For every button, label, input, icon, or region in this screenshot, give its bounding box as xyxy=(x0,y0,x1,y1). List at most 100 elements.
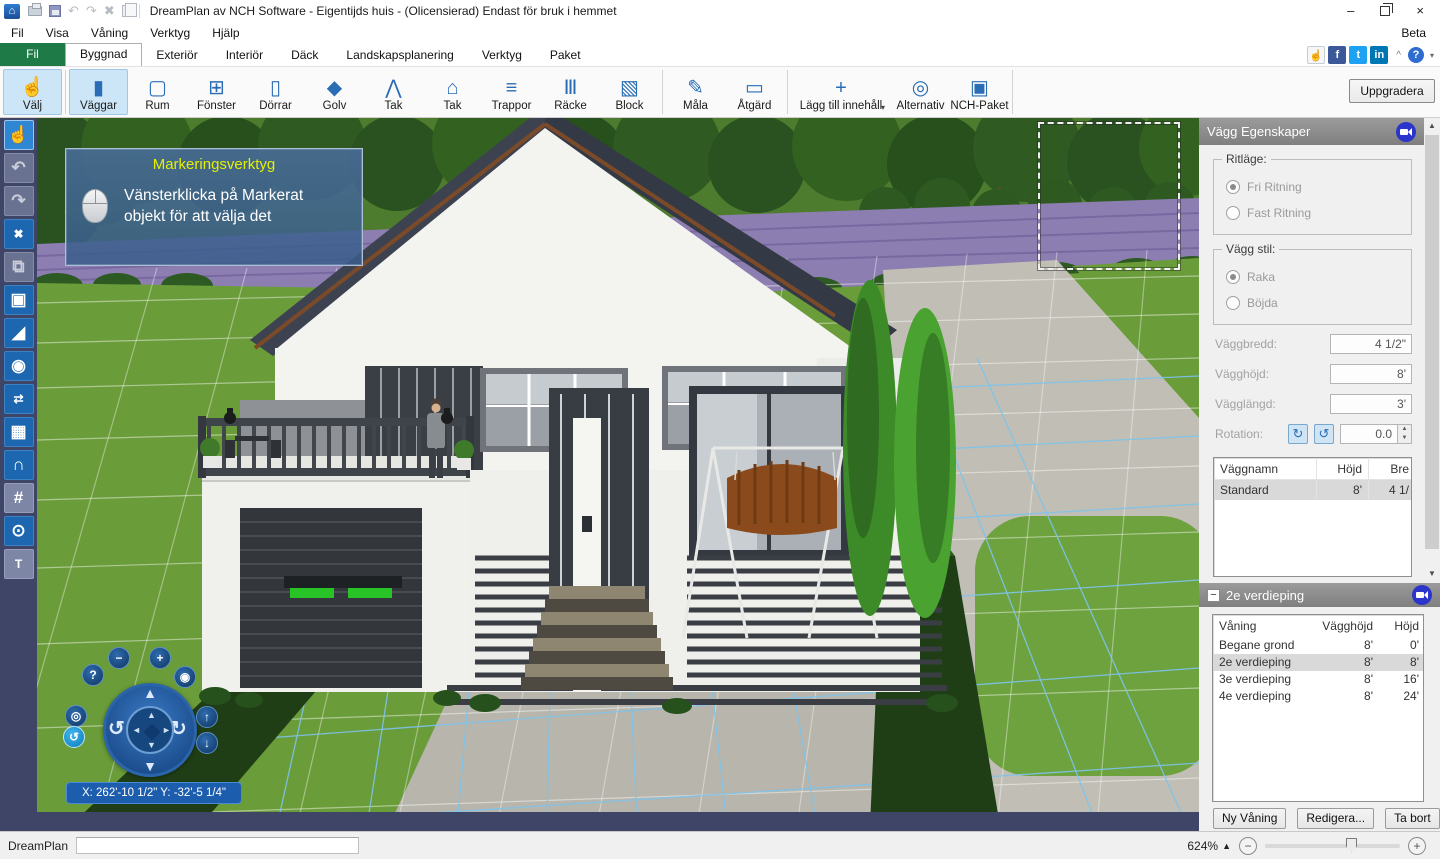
crop-plan-button[interactable]: # xyxy=(4,483,34,513)
floor-row[interactable]: 4e verdieping 8' 24' xyxy=(1213,688,1423,705)
nav-zoom-out-button[interactable]: − xyxy=(108,647,130,669)
nav-elevate-up-button[interactable]: ↑ xyxy=(196,706,218,728)
tab-fil[interactable]: Fil xyxy=(0,43,65,66)
upgrade-button[interactable]: Uppgradera xyxy=(1349,79,1435,103)
panel-scrollbar[interactable]: ▲ ▼ xyxy=(1424,118,1440,582)
show-3d-button[interactable]: ▣ xyxy=(4,285,34,315)
tab-verktyg[interactable]: Verktyg xyxy=(468,44,536,66)
nch-suite-button[interactable]: ▣ NCH-Paket xyxy=(950,69,1009,115)
ceiling-button[interactable]: ⋀ Tak xyxy=(364,69,423,115)
spin-down-icon[interactable]: ▼ xyxy=(1398,434,1411,443)
scroll-up-icon[interactable]: ▲ xyxy=(1424,118,1440,134)
help-icon[interactable]: ? xyxy=(1408,47,1424,63)
tab-byggnad[interactable]: Byggnad xyxy=(65,43,142,66)
scroll-down-icon[interactable]: ▼ xyxy=(1424,566,1440,582)
floor-row[interactable]: Begane grond 8' 0' xyxy=(1213,637,1423,654)
duplicate-button[interactable]: ⧉ xyxy=(4,252,34,282)
add-content-button[interactable]: + Lägg till innehåll ▾ xyxy=(791,69,891,115)
compass-button[interactable]: ⊙ xyxy=(4,516,34,546)
menu-visa[interactable]: Visa xyxy=(35,22,80,44)
orbit-view-button[interactable]: ◉ xyxy=(4,351,34,381)
rotation-input[interactable]: 0.0 xyxy=(1340,424,1398,444)
tab-dack[interactable]: Däck xyxy=(277,44,332,66)
table-row[interactable]: Standard 8' 4 1/ xyxy=(1214,480,1411,500)
video-help-icon[interactable] xyxy=(1412,585,1432,605)
zoom-in-button[interactable]: + xyxy=(1408,837,1426,855)
rotate-ccw-button[interactable]: ↺ xyxy=(1314,424,1334,444)
nav-rotate-ccw-icon[interactable]: ↺ xyxy=(108,716,125,741)
menu-hjalp[interactable]: Hjälp xyxy=(201,22,250,44)
tab-interior[interactable]: Interiör xyxy=(212,44,277,66)
nav-help-button[interactable]: ? xyxy=(82,664,104,686)
print-icon[interactable] xyxy=(28,6,42,16)
collapse-ribbon-icon[interactable]: ^ xyxy=(1396,50,1401,61)
facebook-icon[interactable]: f xyxy=(1328,46,1346,64)
select-pan-tool-button[interactable]: ☝ xyxy=(4,120,34,150)
menu-fil[interactable]: Fil xyxy=(0,22,35,44)
options-button[interactable]: ◎ Alternativ xyxy=(891,69,950,115)
paint-button[interactable]: ✎ Måla xyxy=(666,69,725,115)
undo-icon[interactable]: ↶ xyxy=(68,4,79,18)
doors-button[interactable]: ▯ Dörrar xyxy=(246,69,305,115)
wall-width-input[interactable]: 4 1/2" xyxy=(1330,334,1412,354)
nav-pan-pad[interactable]: ▲ ▼ ◄ ► xyxy=(126,706,174,754)
zoom-slider-thumb[interactable] xyxy=(1346,838,1357,853)
radio-fri-ritning[interactable]: Fri Ritning xyxy=(1226,180,1401,194)
zoom-caret-icon[interactable]: ▲ xyxy=(1222,841,1231,851)
zoom-out-button[interactable]: − xyxy=(1239,837,1257,855)
rotation-spinner[interactable]: ▲ ▼ xyxy=(1398,424,1412,444)
copy-icon[interactable] xyxy=(122,5,132,17)
undo-button[interactable]: ↶ xyxy=(4,153,34,183)
collapse-icon[interactable]: − xyxy=(1207,589,1220,602)
measure-button[interactable]: ▭ Åtgärd xyxy=(725,69,784,115)
like-icon[interactable]: ☝ xyxy=(1307,46,1325,64)
stairs-button[interactable]: ≡ Trappor xyxy=(482,69,541,115)
show-grid-button[interactable]: ▦ xyxy=(4,417,34,447)
nav-orbit-button[interactable]: ◎ xyxy=(65,705,87,727)
floor-row-selected[interactable]: 2e verdieping 8' 8' xyxy=(1213,654,1423,671)
floor-row[interactable]: 3e verdieping 8' 16' xyxy=(1213,671,1423,688)
video-help-icon[interactable] xyxy=(1396,122,1416,142)
spin-up-icon[interactable]: ▲ xyxy=(1398,425,1411,434)
restore-button[interactable] xyxy=(1380,6,1390,16)
wall-height-input[interactable]: 8' xyxy=(1330,364,1412,384)
delete-icon[interactable]: ✖ xyxy=(104,4,115,18)
linkedin-icon[interactable]: in xyxy=(1370,46,1388,64)
delete-floor-button[interactable]: Ta bort xyxy=(1385,808,1440,829)
delete-button[interactable]: ✖ xyxy=(4,219,34,249)
room-button[interactable]: ▢ Rum xyxy=(128,69,187,115)
snap-magnet-button[interactable]: ∩ xyxy=(4,450,34,480)
nav-zoom-in-button[interactable]: + xyxy=(149,647,171,669)
tab-paket[interactable]: Paket xyxy=(536,44,595,66)
new-floor-button[interactable]: Ny Våning xyxy=(1213,808,1286,829)
menu-vaning[interactable]: Våning xyxy=(80,22,139,44)
roof-button[interactable]: ⌂ Tak xyxy=(423,69,482,115)
twitter-icon[interactable]: t xyxy=(1349,46,1367,64)
edit-floor-button[interactable]: Redigera... xyxy=(1297,808,1374,829)
show-roof-button[interactable]: ◢ xyxy=(4,318,34,348)
radio-raka[interactable]: Raka xyxy=(1226,270,1401,284)
labels-button[interactable]: T xyxy=(4,549,34,579)
radio-bojda[interactable]: Böjda xyxy=(1226,296,1401,310)
redo-button[interactable]: ↷ xyxy=(4,186,34,216)
floor-button[interactable]: ◆ Golv xyxy=(305,69,364,115)
redo-icon[interactable]: ↷ xyxy=(86,4,97,18)
walls-button[interactable]: ▮ Väggar xyxy=(69,69,128,115)
add-content-dropdown-icon[interactable]: ▾ xyxy=(881,103,885,112)
radio-fast-ritning[interactable]: Fast Ritning xyxy=(1226,206,1401,220)
scroll-thumb[interactable] xyxy=(1425,135,1439,549)
nav-tilt-down-icon[interactable]: ▼ xyxy=(103,758,197,774)
nav-elevate-down-button[interactable]: ↓ xyxy=(196,732,218,754)
window-button[interactable]: ⊞ Fönster xyxy=(187,69,246,115)
menu-verktyg[interactable]: Verktyg xyxy=(139,22,201,44)
tab-exterior[interactable]: Exteriör xyxy=(142,44,211,66)
nav-camera-button[interactable]: ◉ xyxy=(174,666,196,688)
railing-button[interactable]: Ⅲ Räcke xyxy=(541,69,600,115)
block-button[interactable]: ▧ Block xyxy=(600,69,659,115)
toggle-2d-3d-button[interactable]: ⇄ xyxy=(4,384,34,414)
select-button[interactable]: ☝ Välj xyxy=(3,69,62,115)
tab-landskapsplanering[interactable]: Landskapsplanering xyxy=(332,44,467,66)
save-icon[interactable] xyxy=(49,5,61,17)
help-dropdown-icon[interactable]: ▾ xyxy=(1430,51,1434,60)
zoom-slider[interactable] xyxy=(1265,844,1400,848)
